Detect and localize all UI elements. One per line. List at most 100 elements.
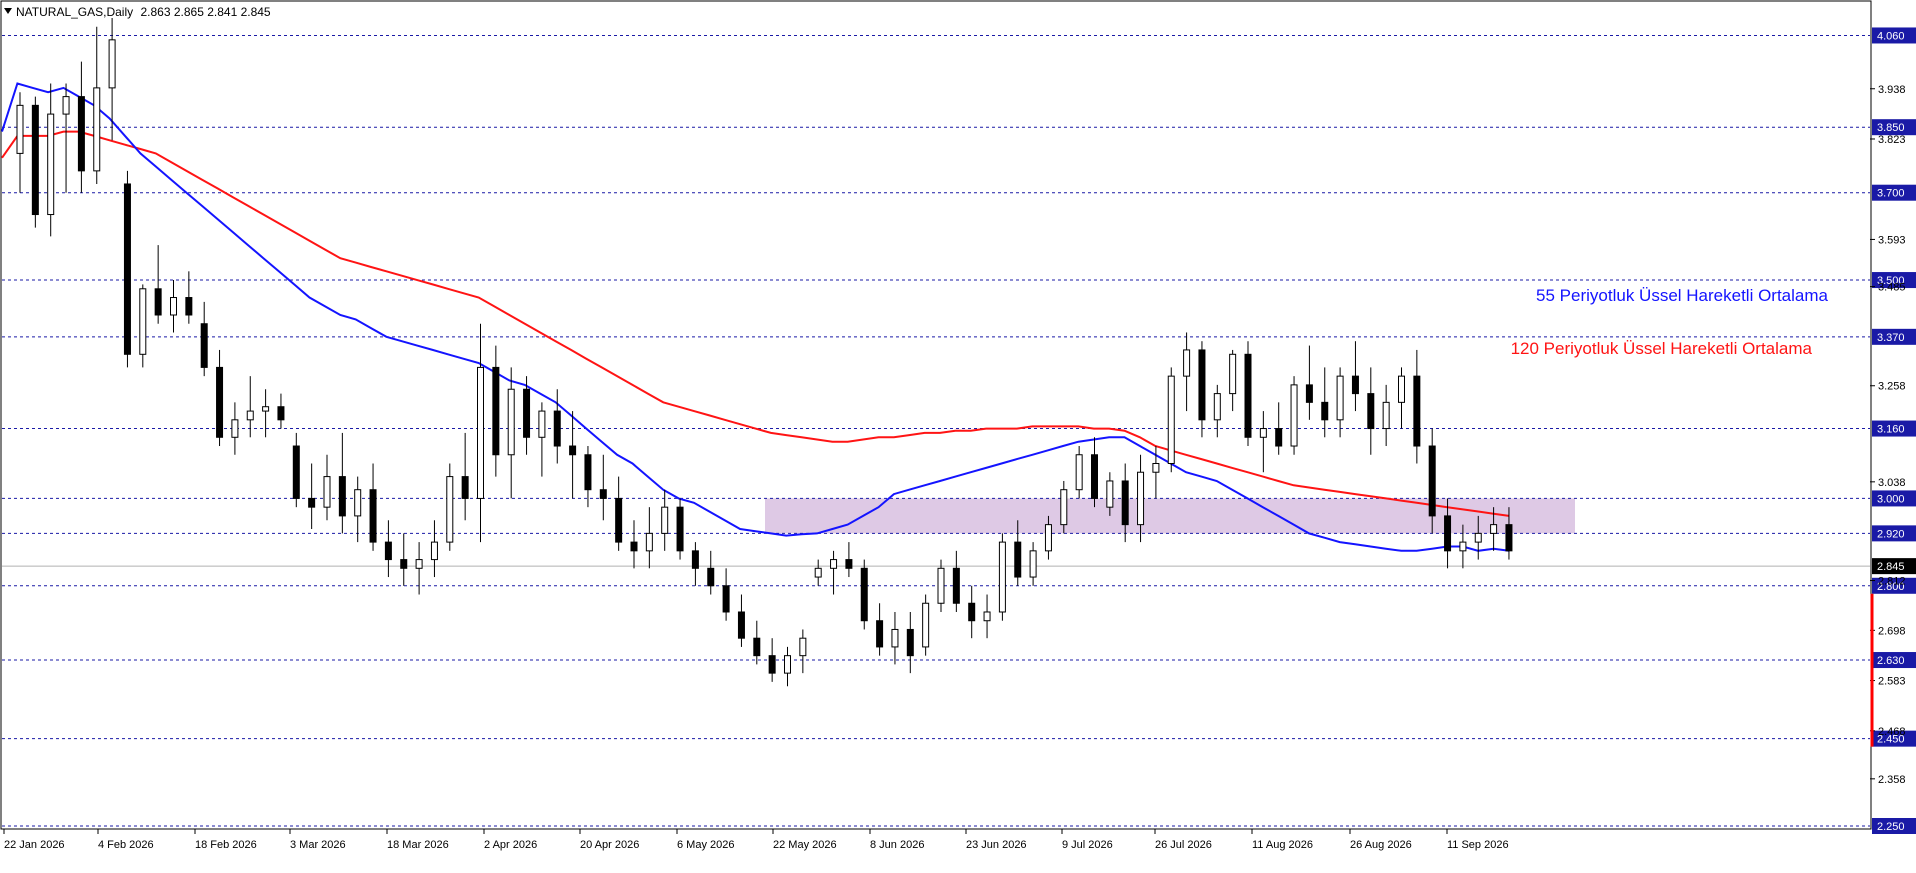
candle[interactable] xyxy=(998,533,1006,621)
y-tick-label: 3.258 xyxy=(1878,381,1906,393)
candle-body-bear xyxy=(707,567,715,587)
candle-body-bear xyxy=(292,445,300,499)
candle-body-bull xyxy=(446,476,454,543)
candle-body-bull xyxy=(1152,462,1160,473)
symbol-timeframe: NATURAL_GAS,Daily xyxy=(16,5,133,19)
candle-body-bull xyxy=(799,637,807,657)
candle-body-bull xyxy=(1259,428,1267,438)
candle-body-bear xyxy=(569,445,577,456)
candle-body-bear xyxy=(599,489,607,499)
candle-body-bear xyxy=(1244,353,1252,438)
level-price-label: 2.630 xyxy=(1877,655,1905,667)
x-tick-label: 26 Aug 2026 xyxy=(1350,839,1412,851)
candle-body-bull xyxy=(1075,454,1083,491)
candle-body-bear xyxy=(722,585,730,613)
candle-body-bull xyxy=(16,104,24,154)
candle-body-bull xyxy=(1183,349,1191,377)
candle-body-bull xyxy=(1459,541,1467,552)
candle-body-bear xyxy=(584,454,592,491)
candle-body-bear xyxy=(1505,524,1513,552)
candle[interactable] xyxy=(123,170,131,368)
candle[interactable] xyxy=(31,96,39,228)
x-tick-label: 18 Mar 2026 xyxy=(387,839,449,851)
level-price-label: 3.370 xyxy=(1877,332,1905,344)
candle-body-bear xyxy=(31,104,39,216)
candle-body-bear xyxy=(1014,541,1022,578)
candle-body-bear xyxy=(185,297,193,316)
candle-body-bull xyxy=(784,655,791,674)
candle-body-bear xyxy=(1275,428,1283,447)
candle-body-bear xyxy=(952,567,960,604)
candle-body-bear xyxy=(461,476,469,499)
candle-body-bear xyxy=(492,366,500,456)
candle-body-bull xyxy=(1213,393,1221,421)
y-tick-label: 2.583 xyxy=(1878,676,1906,688)
x-tick-label: 22 Jan 2026 xyxy=(4,839,65,851)
candle-body-bear xyxy=(845,559,853,569)
candle-body-bear xyxy=(384,541,392,561)
candle-body-bear xyxy=(1444,515,1452,552)
candle-body-bull xyxy=(891,628,899,648)
candle-body-bear xyxy=(1413,375,1421,447)
candle[interactable] xyxy=(446,463,454,551)
candle-body-bull xyxy=(415,559,423,569)
y-tick-label: 3.485 xyxy=(1878,282,1906,294)
candle-body-bull xyxy=(1029,550,1037,578)
candle-body-bear xyxy=(630,541,638,552)
candle-body-bull xyxy=(139,288,147,355)
candle-body-bear xyxy=(77,96,85,172)
candle-body-bull xyxy=(108,39,116,89)
candle[interactable] xyxy=(1244,341,1252,447)
candle-body-bull xyxy=(1398,375,1405,403)
candle-body-bull xyxy=(246,410,254,421)
x-tick-label: 4 Feb 2026 xyxy=(98,839,154,851)
x-tick-label: 6 May 2026 xyxy=(677,839,734,851)
candle-body-bear xyxy=(277,406,285,421)
candle-body-bear xyxy=(1367,393,1375,430)
candle[interactable] xyxy=(676,498,684,560)
candle-body-bull xyxy=(830,559,838,569)
candle-body-bear xyxy=(154,288,162,316)
candle-body-bull xyxy=(1167,375,1175,464)
candle-body-bull xyxy=(47,113,55,216)
candle[interactable] xyxy=(1290,376,1298,455)
candle-body-bear xyxy=(876,620,884,648)
candle-body-bull xyxy=(354,489,362,517)
level-price-label: 3.700 xyxy=(1877,188,1905,200)
candle-body-bull xyxy=(170,297,177,316)
price-chart[interactable]: 4.0603.8503.7003.5003.3703.1603.0002.920… xyxy=(0,0,1916,868)
candle-body-bull xyxy=(507,388,515,456)
x-tick-label: 22 May 2026 xyxy=(773,839,837,851)
last-price-label: 2.845 xyxy=(1877,561,1905,573)
candle[interactable] xyxy=(860,559,868,630)
candle-body-bear xyxy=(906,628,914,657)
y-tick-label: 3.593 xyxy=(1878,234,1906,246)
y-tick-label: 3.038 xyxy=(1878,477,1906,489)
candle-body-bear xyxy=(200,323,208,368)
candle-body-bear xyxy=(1091,454,1098,499)
candle-body-bear xyxy=(369,489,377,543)
candle-body-bear xyxy=(1351,375,1359,395)
candle-body-bear xyxy=(753,637,761,657)
candle[interactable] xyxy=(922,594,930,656)
level-price-label: 3.850 xyxy=(1877,122,1905,134)
candle-body-bull xyxy=(323,476,331,508)
candle[interactable] xyxy=(1167,367,1175,473)
y-tick-label: 2.698 xyxy=(1878,625,1906,637)
y-tick-label: 3.938 xyxy=(1878,84,1906,96)
candle-body-bull xyxy=(262,406,270,412)
resistance-zone xyxy=(765,498,1575,534)
candle-body-bull xyxy=(1290,384,1298,447)
candle-body-bear xyxy=(615,497,623,543)
candle-body-bear xyxy=(691,550,699,569)
candle-body-bear xyxy=(308,497,316,508)
y-tick-label: 2.812 xyxy=(1878,576,1906,588)
candle-body-bear xyxy=(1305,384,1313,403)
x-tick-label: 20 Apr 2026 xyxy=(580,839,639,851)
candle-body-bull xyxy=(1336,375,1344,421)
chart-root: 4.060 3.850 3.700 3.500 3.370 3.160 3.000 2.920… xyxy=(0,0,1916,868)
candle-body-bull xyxy=(998,541,1006,613)
candle-body-bull xyxy=(477,366,484,499)
candle-body-bull xyxy=(1490,524,1498,534)
x-tick-label: 11 Sep 2026 xyxy=(1447,839,1509,851)
